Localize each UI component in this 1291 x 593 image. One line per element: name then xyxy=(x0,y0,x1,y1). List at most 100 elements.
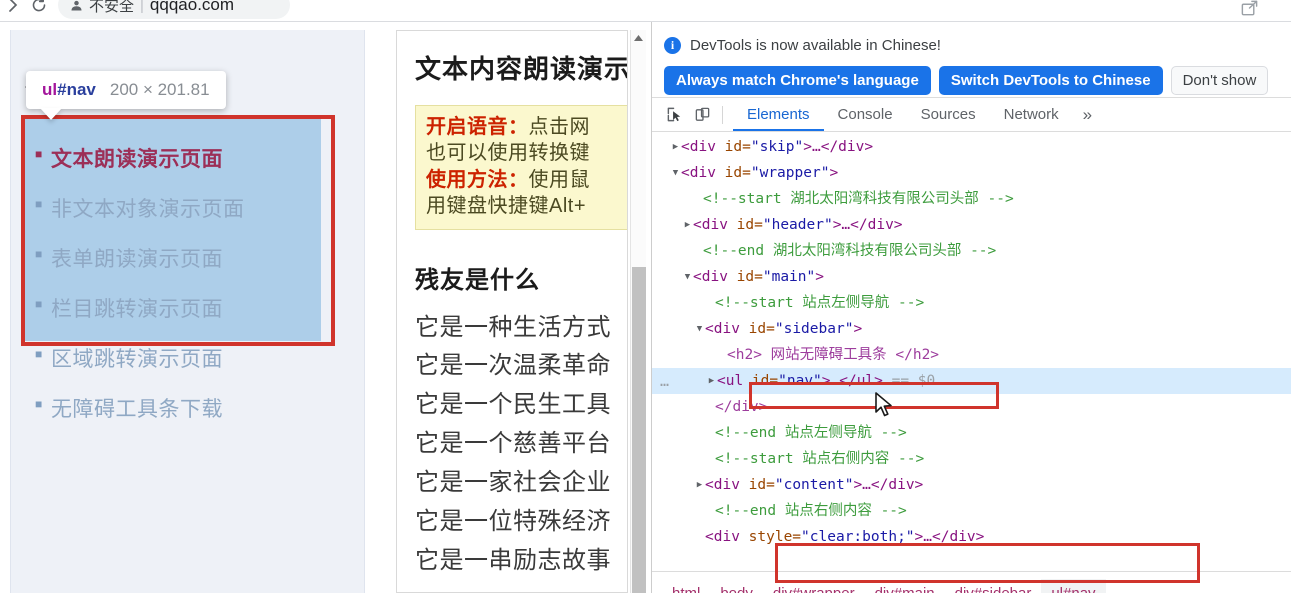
sidebar-item-label: 文本朗读演示页面 xyxy=(51,148,223,171)
omnibox-separator: | xyxy=(140,0,144,14)
disclosure-triangle-icon[interactable]: ▶ xyxy=(682,212,693,238)
bullet-icon: ■ xyxy=(35,397,43,411)
dom-row-code: </div> xyxy=(715,399,768,415)
sidebar-item-label: 表单朗读演示页面 xyxy=(51,248,223,271)
sidebar-item-toolbar-download[interactable]: ■ 无障碍工具条下载 xyxy=(25,383,321,433)
more-tabs-icon[interactable]: » xyxy=(1073,105,1102,125)
dom-row[interactable]: <!--end 站点左侧导航 --> xyxy=(652,420,1291,446)
disclosure-triangle-icon[interactable]: ▶ xyxy=(670,134,681,160)
tab-sources[interactable]: Sources xyxy=(907,98,990,131)
device-toolbar-icon[interactable] xyxy=(688,102,716,128)
sidebar-item-text-reading[interactable]: ■ 文本朗读演示页面 xyxy=(25,133,321,183)
dom-row[interactable]: <div style="clear:both;">…</div> xyxy=(652,524,1291,550)
breadcrumb-item-body[interactable]: body xyxy=(710,579,763,593)
address-bar[interactable]: 不安全 | qqqao.com xyxy=(58,0,290,19)
dom-tree[interactable]: ▶ <div id="skip">…</div> ▼ <div id="wrapper… xyxy=(652,132,1291,560)
notice-text: 也可以使用转换键 xyxy=(426,142,590,165)
tooltip-tag-name: ul xyxy=(42,80,58,99)
dom-row-code: <!--start 站点左侧导航 --> xyxy=(715,295,925,311)
notice-line-4: 用键盘快捷键Alt+ xyxy=(426,193,627,219)
tooltip-dimensions: 200 × 201.81 xyxy=(109,80,210,99)
share-icon[interactable] xyxy=(1237,0,1261,20)
sidebar-item-non-text[interactable]: ■ 非文本对象演示页面 xyxy=(25,183,321,233)
bullet-icon: ■ xyxy=(35,347,43,361)
content-line: 它是一家社会企业 xyxy=(415,469,611,497)
inspect-element-icon[interactable] xyxy=(660,102,688,128)
breadcrumb-item-wrapper[interactable]: div#wrapper xyxy=(763,579,865,593)
always-match-language-button[interactable]: Always match Chrome's language xyxy=(664,66,931,95)
banner-message-row: i DevTools is now available in Chinese! xyxy=(664,34,1291,56)
dom-row[interactable]: ▼ <div id="wrapper"> xyxy=(652,160,1291,186)
dom-row-code: <div style="clear:both;">…</div> xyxy=(705,529,985,545)
not-secure-icon xyxy=(70,0,83,12)
site-content-column: 文本内容朗读演示 开启语音：点击网 也可以使用转换键 使用方法：使用鼠 用键盘快… xyxy=(396,30,628,593)
browser-toolbar: 不安全 | qqqao.com xyxy=(0,0,1291,22)
disclosure-triangle-icon[interactable]: ▶ xyxy=(694,472,705,498)
dom-row[interactable]: <!--end 站点右侧内容 --> xyxy=(652,498,1291,524)
breadcrumb-item-html[interactable]: html xyxy=(662,579,710,593)
sidebar-item-region-jump[interactable]: ■ 区域跳转演示页面 xyxy=(25,333,321,383)
sidebar-item-label: 区域跳转演示页面 xyxy=(51,348,223,371)
tab-console[interactable]: Console xyxy=(824,98,907,131)
dom-row-selected[interactable]: … ▶ <ul id="nav">…</ul> == $0 xyxy=(652,368,1291,394)
reload-icon[interactable] xyxy=(26,0,52,18)
dom-row-code: <div id="skip">…</div> xyxy=(681,139,874,155)
back-arrow-icon[interactable] xyxy=(0,0,26,18)
toolbar-divider xyxy=(722,105,723,124)
notice-text: 使用鼠 xyxy=(528,168,590,191)
switch-to-chinese-button[interactable]: Switch DevTools to Chinese xyxy=(938,66,1163,95)
content-line: 它是一个慈善平台 xyxy=(415,430,611,458)
dom-row[interactable]: <!--start 站点左侧导航 --> xyxy=(652,290,1291,316)
breadcrumb: html body div#wrapper div#main div#sideb… xyxy=(652,571,1291,593)
disclosure-triangle-icon[interactable]: ▶ xyxy=(706,368,717,394)
tab-network[interactable]: Network xyxy=(990,98,1073,131)
dom-row[interactable]: ▶ <div id="header">…</div> xyxy=(652,212,1291,238)
dom-row-code: <!--end 站点左侧导航 --> xyxy=(715,425,907,441)
dom-row[interactable]: </div> xyxy=(652,394,1291,420)
dom-row[interactable]: <h2> 网站无障碍工具条 </h2> xyxy=(652,342,1291,368)
url-text: qqqao.com xyxy=(149,0,235,14)
dom-row-code: <div id="wrapper"> xyxy=(681,165,839,181)
page-scrollbar[interactable] xyxy=(630,30,646,593)
dom-row-code: <div id="sidebar"> xyxy=(705,321,863,337)
tab-elements[interactable]: Elements xyxy=(733,98,824,131)
dom-row-code: <ul id="nav">…</ul> == $0 xyxy=(717,373,936,389)
dom-row[interactable]: <!--start 湖北太阳湾科技有限公司头部 --> xyxy=(652,186,1291,212)
breadcrumb-item-nav[interactable]: ul#nav xyxy=(1041,578,1106,593)
dom-row[interactable]: ▶ <div id="skip">…</div> xyxy=(652,134,1291,160)
dom-row-code: <div id="header">…</div> xyxy=(693,217,903,233)
dom-row-code: <div id="main"> xyxy=(693,269,824,285)
notice-line-3: 使用方法：使用鼠 xyxy=(426,167,627,193)
bullet-icon: ■ xyxy=(35,147,43,161)
dom-row-code: <h2> 网站无障碍工具条 </h2> xyxy=(727,347,940,363)
devtools-language-banner: i DevTools is now available in Chinese! … xyxy=(652,22,1291,98)
notice-box: 开启语音：点击网 也可以使用转换键 使用方法：使用鼠 用键盘快捷键Alt+ xyxy=(415,105,627,230)
scroll-up-arrow-icon[interactable] xyxy=(631,30,646,46)
dom-row[interactable]: <!--end 湖北太阳湾科技有限公司头部 --> xyxy=(652,238,1291,264)
banner-actions: Always match Chrome's language Switch De… xyxy=(664,66,1291,95)
sidebar-item-form-reading[interactable]: ■ 表单朗读演示页面 xyxy=(25,233,321,283)
security-label: 不安全 xyxy=(89,0,135,15)
sidebar-item-column-jump[interactable]: ■ 栏目跳转演示页面 xyxy=(25,283,321,333)
content-line: 它是一个民生工具 xyxy=(415,391,611,419)
notice-text: 用键盘快捷键Alt+ xyxy=(426,195,587,218)
disclosure-triangle-icon[interactable]: ▼ xyxy=(682,264,693,290)
breadcrumb-item-sidebar[interactable]: div#sidebar xyxy=(945,579,1042,593)
dom-row-code: <!--start 湖北太阳湾科技有限公司头部 --> xyxy=(703,191,1014,207)
dont-show-button[interactable]: Don't show xyxy=(1170,66,1269,95)
breadcrumb-item-main[interactable]: div#main xyxy=(865,579,945,593)
disclosure-triangle-icon[interactable]: ▼ xyxy=(694,316,705,342)
tooltip-selector: ul#nav xyxy=(42,80,96,100)
sidebar-item-label: 栏目跳转演示页面 xyxy=(51,298,223,321)
dom-row[interactable]: ▼ <div id="sidebar"> xyxy=(652,316,1291,342)
dom-row[interactable]: ▶ <div id="content">…</div> xyxy=(652,472,1291,498)
dom-row[interactable]: <!--start 站点右侧内容 --> xyxy=(652,446,1291,472)
disclosure-triangle-icon[interactable]: ▼ xyxy=(670,160,681,186)
dom-row-dots-badge: … xyxy=(660,372,671,390)
content-line: 它是一位特殊经济 xyxy=(415,507,611,535)
dom-row[interactable]: ▼ <div id="main"> xyxy=(652,264,1291,290)
bullet-icon: ■ xyxy=(35,197,43,211)
scrollbar-thumb[interactable] xyxy=(632,267,646,593)
dom-row-code: <div id="content">…</div> xyxy=(705,477,924,493)
info-icon: i xyxy=(664,36,681,54)
